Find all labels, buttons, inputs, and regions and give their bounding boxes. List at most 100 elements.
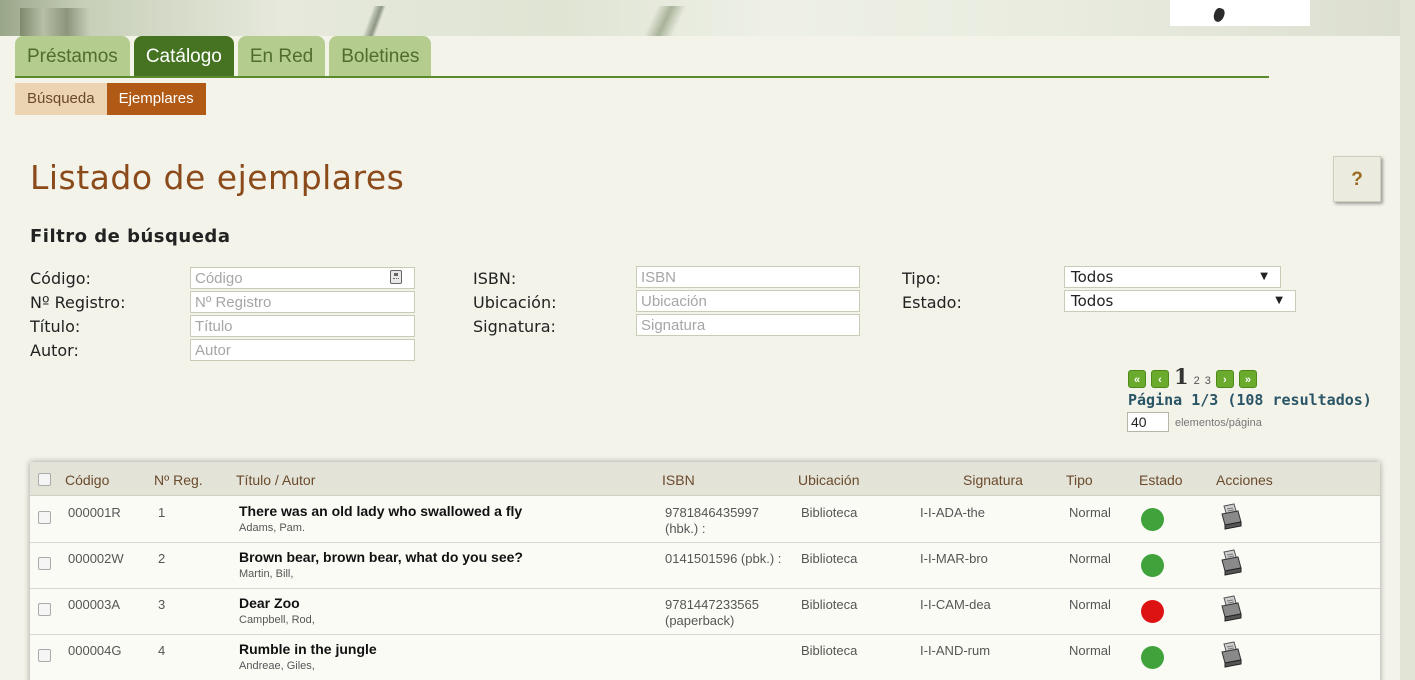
printer-icon[interactable] xyxy=(1218,640,1244,668)
cell-isbn-qualifier: (hbk.) : xyxy=(665,521,706,536)
printer-icon[interactable] xyxy=(1218,594,1244,622)
header-estado[interactable]: Estado xyxy=(1139,472,1183,488)
autor-input[interactable] xyxy=(190,339,415,361)
page-edge xyxy=(1400,0,1415,680)
banner-decoration xyxy=(345,6,405,36)
table-row[interactable]: 000002W 2 Brown bear, brown bear, what do … xyxy=(30,544,1380,589)
isbn-label: ISBN: xyxy=(473,269,517,288)
page-title: Listado de ejemplares xyxy=(30,158,405,197)
cell-ubicacion: Biblioteca xyxy=(801,643,858,658)
cell-ubicacion: Biblioteca xyxy=(801,597,858,612)
page-link-3[interactable]: 3 xyxy=(1205,374,1211,388)
banner-decoration xyxy=(600,6,730,36)
header-tipo[interactable]: Tipo xyxy=(1066,472,1093,488)
cell-titulo[interactable]: There was an old lady who swallowed a fl… xyxy=(239,504,522,519)
cell-signatura: I-I-ADA-the xyxy=(920,505,986,520)
cell-registro: 2 xyxy=(158,551,166,566)
status-indicator-icon xyxy=(1141,646,1164,669)
estado-select[interactable]: Todos ▼ xyxy=(1064,290,1296,312)
table-row[interactable]: 000003A 3 Dear Zoo Campbell, Rod, 9781447233… xyxy=(30,590,1380,635)
next-page-icon[interactable]: › xyxy=(1215,370,1234,388)
select-all-checkbox[interactable] xyxy=(38,473,51,486)
titulo-label: Título: xyxy=(30,317,81,336)
status-indicator-icon xyxy=(1141,508,1164,531)
header-isbn[interactable]: ISBN xyxy=(662,472,695,488)
cell-ubicacion: Biblioteca xyxy=(801,551,858,566)
cell-signatura: I-I-CAM-dea xyxy=(920,597,991,612)
tabs-divider xyxy=(15,76,1269,78)
cell-isbn: 9781447233565 xyxy=(665,597,759,612)
tipo-select[interactable]: Todos ▼ xyxy=(1064,266,1281,288)
ubicacion-input[interactable] xyxy=(636,290,860,312)
page-link-2[interactable]: 2 xyxy=(1194,374,1200,388)
cell-registro: 4 xyxy=(158,643,166,658)
subtab-ejemplares[interactable]: Ejemplares xyxy=(106,83,206,115)
isbn-input[interactable] xyxy=(636,266,860,288)
titulo-input[interactable] xyxy=(190,315,415,337)
chevron-down-icon: ▼ xyxy=(1260,271,1268,282)
tab-en-red[interactable]: En Red xyxy=(237,36,326,76)
signatura-label: Signatura: xyxy=(473,317,556,336)
status-indicator-icon xyxy=(1141,554,1164,577)
page-info: Página 1/3 (108 resultados) xyxy=(1128,391,1372,409)
row-checkbox[interactable] xyxy=(38,557,51,570)
cell-isbn-qualifier: (paperback) xyxy=(665,613,735,628)
tipo-label: Tipo: xyxy=(902,269,942,288)
chevron-down-icon: ▼ xyxy=(1275,295,1283,306)
cell-codigo: 000001R xyxy=(68,505,121,520)
printer-icon[interactable] xyxy=(1218,502,1244,530)
table-row[interactable]: 000004G 4 Rumble in the jungle Andreae, Gil… xyxy=(30,636,1380,680)
cell-registro: 3 xyxy=(158,597,166,612)
cell-titulo[interactable]: Rumble in the jungle xyxy=(239,642,377,657)
header-codigo[interactable]: Código xyxy=(65,472,109,488)
page: Préstamos Catálogo En Red Boletines Búsq… xyxy=(0,0,1415,680)
cell-autor: Adams, Pam. xyxy=(239,522,306,534)
header-titulo[interactable]: Título / Autor xyxy=(236,472,315,488)
registro-input[interactable] xyxy=(190,291,415,313)
cell-signatura: I-I-AND-rum xyxy=(920,643,991,658)
cell-isbn: 9781846435997 xyxy=(665,505,759,520)
header-registro[interactable]: Nº Reg. xyxy=(154,472,203,488)
cell-codigo: 000003A xyxy=(68,597,121,612)
cell-titulo[interactable]: Dear Zoo xyxy=(239,596,300,611)
cell-registro: 1 xyxy=(158,505,166,520)
tab-boletines[interactable]: Boletines xyxy=(329,36,432,76)
cell-titulo[interactable]: Brown bear, brown bear, what do you see? xyxy=(239,550,523,565)
per-page-label: elementos/página xyxy=(1175,417,1262,429)
filter-title: Filtro de búsqueda xyxy=(30,226,231,247)
tipo-select-value: Todos xyxy=(1071,268,1114,286)
first-page-icon[interactable]: « xyxy=(1128,370,1146,388)
registro-label: Nº Registro: xyxy=(30,293,126,312)
printer-icon[interactable] xyxy=(1218,548,1244,576)
row-checkbox[interactable] xyxy=(38,649,51,662)
cell-signatura: I-I-MAR-bro xyxy=(920,551,988,566)
row-checkbox[interactable] xyxy=(38,511,51,524)
logo xyxy=(1170,0,1310,26)
cell-codigo: 000002W xyxy=(68,551,124,566)
signatura-input[interactable] xyxy=(636,314,860,336)
header-ubicacion[interactable]: Ubicación xyxy=(798,472,859,488)
autor-label: Autor: xyxy=(30,341,79,360)
cell-tipo: Normal xyxy=(1069,643,1111,658)
table-header: Código Nº Reg. Título / Autor ISBN Ubica… xyxy=(30,462,1380,496)
table-row[interactable]: 000001R 1 There was an old lady who swallo… xyxy=(30,498,1380,543)
cell-autor: Andreae, Giles, xyxy=(239,660,315,672)
header-signatura[interactable]: Signatura xyxy=(963,472,1023,488)
header-acciones: Acciones xyxy=(1216,472,1273,488)
banner-decoration xyxy=(20,8,90,36)
codigo-input[interactable] xyxy=(190,267,415,289)
help-button[interactable]: ? xyxy=(1333,156,1381,202)
tab-prestamos[interactable]: Préstamos xyxy=(15,36,130,76)
header-banner xyxy=(0,0,1400,36)
subtab-busqueda[interactable]: Búsqueda xyxy=(15,83,107,115)
cell-tipo: Normal xyxy=(1069,597,1111,612)
row-checkbox[interactable] xyxy=(38,603,51,616)
previous-page-icon[interactable]: ‹ xyxy=(1151,370,1169,388)
calculator-icon[interactable] xyxy=(390,270,402,284)
per-page-input[interactable] xyxy=(1127,412,1169,432)
last-page-icon[interactable]: » xyxy=(1238,370,1257,388)
status-indicator-icon xyxy=(1141,600,1164,623)
cell-autor: Campbell, Rod, xyxy=(239,614,315,626)
pagination: « ‹ 1 2 3 › » xyxy=(1128,366,1257,388)
tab-catalogo[interactable]: Catálogo xyxy=(133,36,234,76)
